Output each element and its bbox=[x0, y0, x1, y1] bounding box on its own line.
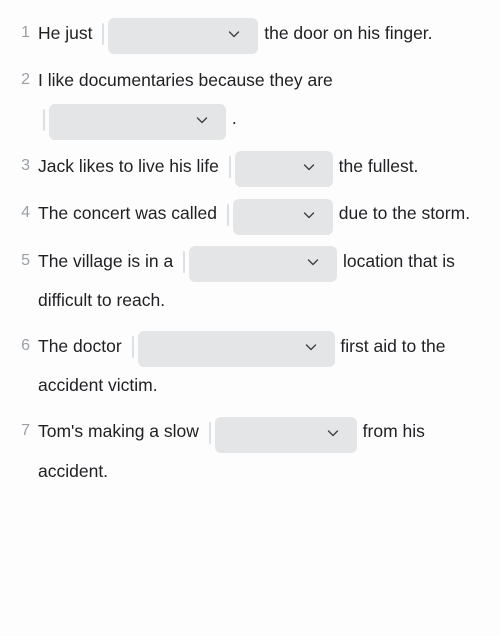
question-text-after: the door on his finger. bbox=[264, 23, 433, 43]
question-text-before: I like documentaries because they are bbox=[38, 70, 333, 91]
question-number: 7 bbox=[21, 422, 30, 440]
question-text-before: The village is in a bbox=[38, 250, 174, 271]
dropdown-box[interactable] bbox=[226, 203, 229, 226]
question-text-before: He just bbox=[38, 23, 93, 43]
answer-dropdown-4[interactable] bbox=[226, 196, 333, 235]
dropdown-box[interactable] bbox=[228, 156, 231, 179]
question-text-before: Jack likes to live his life bbox=[38, 155, 219, 176]
quiz-question-4: 4 The concert was called due to the stor… bbox=[10, 194, 490, 235]
dropdown-shadow bbox=[49, 103, 226, 140]
question-number: 4 bbox=[21, 204, 30, 222]
question-text-after: . bbox=[231, 108, 237, 129]
question-text-after: the fullest. bbox=[338, 155, 419, 176]
dropdown-box[interactable] bbox=[43, 108, 45, 131]
answer-dropdown-2[interactable] bbox=[43, 101, 226, 140]
quiz-question-3: 3 Jack likes to live his life the fulles… bbox=[10, 147, 490, 188]
dropdown-shadow bbox=[189, 245, 338, 282]
dropdown-box[interactable] bbox=[131, 336, 134, 359]
quiz-question-6: 6 The doctor first aid to the accident v… bbox=[10, 327, 490, 404]
quiz-question-5: 5 The village is in a location that is d… bbox=[10, 242, 490, 319]
quiz-question-2: 2 I like documentaries because they are … bbox=[10, 61, 490, 140]
quiz-question-7: 7 Tom's making a slow from his accident. bbox=[10, 412, 490, 489]
dropdown-box[interactable] bbox=[102, 23, 105, 46]
question-number: 6 bbox=[21, 336, 30, 354]
question-text-after: due to the storm. bbox=[338, 203, 471, 224]
question-text-before: The concert was called bbox=[38, 203, 217, 224]
quiz-question-list: 1 He just the door on his finger. 2 I li… bbox=[0, 0, 500, 490]
question-number: 5 bbox=[21, 251, 30, 269]
dropdown-shadow bbox=[108, 18, 259, 55]
dropdown-box[interactable] bbox=[183, 250, 186, 273]
dropdown-shadow bbox=[214, 416, 357, 453]
dropdown-box[interactable] bbox=[208, 421, 211, 444]
answer-dropdown-7[interactable] bbox=[208, 414, 357, 453]
question-text-before: Tom's making a slow bbox=[38, 421, 199, 442]
quiz-question-1: 1 He just the door on his finger. bbox=[10, 14, 490, 55]
answer-dropdown-5[interactable] bbox=[183, 243, 338, 282]
answer-dropdown-6[interactable] bbox=[131, 328, 335, 368]
question-number: 1 bbox=[21, 24, 30, 41]
dropdown-shadow bbox=[234, 151, 333, 188]
dropdown-shadow bbox=[232, 198, 333, 235]
question-number: 3 bbox=[21, 156, 30, 174]
dropdown-shadow bbox=[137, 331, 335, 368]
question-number: 2 bbox=[21, 71, 30, 89]
answer-dropdown-3[interactable] bbox=[228, 148, 333, 188]
answer-dropdown-1[interactable] bbox=[102, 15, 259, 55]
question-text-before: The doctor bbox=[38, 335, 122, 356]
